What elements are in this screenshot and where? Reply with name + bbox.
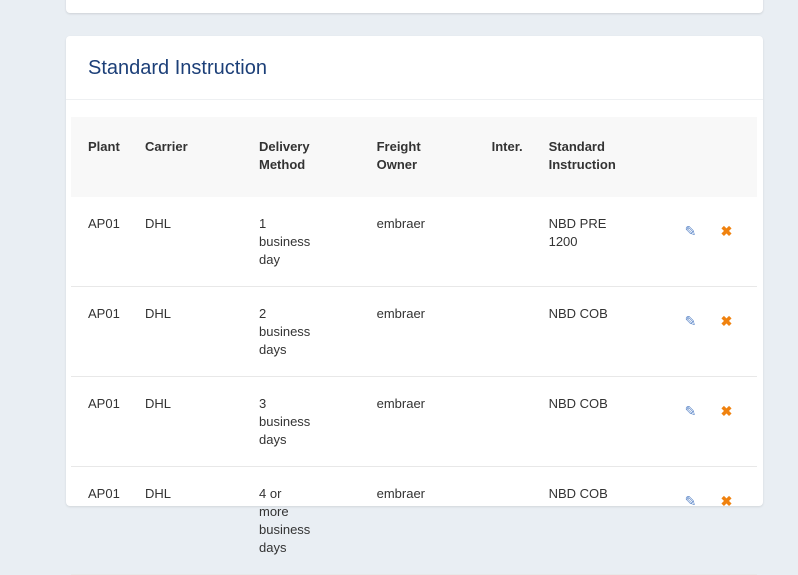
header-plant: Plant (88, 139, 120, 154)
divider (66, 99, 763, 100)
cell-standard-instruction: NBD COB (548, 396, 608, 411)
cell-plant: AP01 (88, 396, 120, 411)
edit-button[interactable]: ✎ (668, 287, 704, 377)
table-row: AP01 DHL 3 business days embraer NBD COB ✎ ✖ (71, 377, 757, 467)
cell-delivery-method: 1 business day (259, 216, 311, 267)
header-carrier: Carrier (145, 139, 188, 154)
header-standard-instruction: Standard Instruction (548, 139, 616, 172)
previous-card (66, 0, 763, 13)
cell-standard-instruction: NBD COB (548, 486, 608, 501)
cell-inter (475, 197, 532, 287)
header-delete (704, 117, 757, 197)
cell-freight-owner: embraer (376, 396, 426, 411)
pencil-icon[interactable]: ✎ (685, 492, 697, 510)
table-row: AP01 DHL 4 or more business days embraer NBD… (71, 467, 757, 575)
cell-carrier: DHL (145, 396, 172, 411)
edit-button[interactable]: ✎ (668, 377, 704, 467)
pencil-icon[interactable]: ✎ (685, 222, 697, 240)
cell-inter (475, 467, 532, 575)
cell-standard-instruction: NBD PRE 1200 (548, 216, 607, 249)
cell-delivery-method: 2 business days (259, 306, 311, 357)
delete-button[interactable]: ✖ (704, 287, 757, 377)
delete-button[interactable]: ✖ (704, 377, 757, 467)
cell-plant: AP01 (88, 486, 120, 501)
table-row: AP01 DHL 1 business day embraer NBD PRE 1200… (71, 197, 757, 287)
table-header: Plant Carrier Delivery Method Freight Ow… (71, 117, 757, 197)
cell-delivery-method: 4 or more business days (259, 486, 311, 555)
header-inter: Inter. (491, 139, 523, 154)
cell-freight-owner: embraer (376, 216, 426, 231)
times-icon[interactable]: ✖ (721, 402, 733, 420)
cell-standard-instruction: NBD COB (548, 306, 608, 321)
header-freight-owner: Freight Owner (376, 139, 421, 172)
cell-carrier: DHL (145, 216, 172, 231)
cell-carrier: DHL (145, 306, 172, 321)
times-icon[interactable]: ✖ (721, 312, 733, 330)
pencil-icon[interactable]: ✎ (685, 402, 697, 420)
cell-delivery-method: 3 business days (259, 396, 311, 447)
header-edit (668, 117, 704, 197)
times-icon[interactable]: ✖ (721, 492, 733, 510)
standard-instruction-card: Standard Instruction Plant Carrier Deliv… (66, 36, 763, 575)
cell-plant: AP01 (88, 306, 120, 321)
times-icon[interactable]: ✖ (721, 222, 733, 240)
card-title: Standard Instruction (88, 57, 267, 79)
table-row: AP01 DHL 2 business days embraer NBD COB ✎ ✖ (71, 287, 757, 377)
cell-plant: AP01 (88, 216, 120, 231)
delete-button[interactable]: ✖ (704, 197, 757, 287)
cell-freight-owner: embraer (376, 306, 426, 321)
pencil-icon[interactable]: ✎ (685, 312, 697, 330)
standard-instruction-table: Plant Carrier Delivery Method Freight Ow… (71, 117, 757, 575)
cell-inter (475, 377, 532, 467)
header-delivery-method: Delivery Method (259, 139, 310, 172)
edit-button[interactable]: ✎ (668, 197, 704, 287)
cell-freight-owner: embraer (376, 486, 426, 501)
cell-inter (475, 287, 532, 377)
edit-button[interactable]: ✎ (668, 467, 704, 575)
cell-carrier: DHL (145, 486, 172, 501)
delete-button[interactable]: ✖ (704, 467, 757, 575)
